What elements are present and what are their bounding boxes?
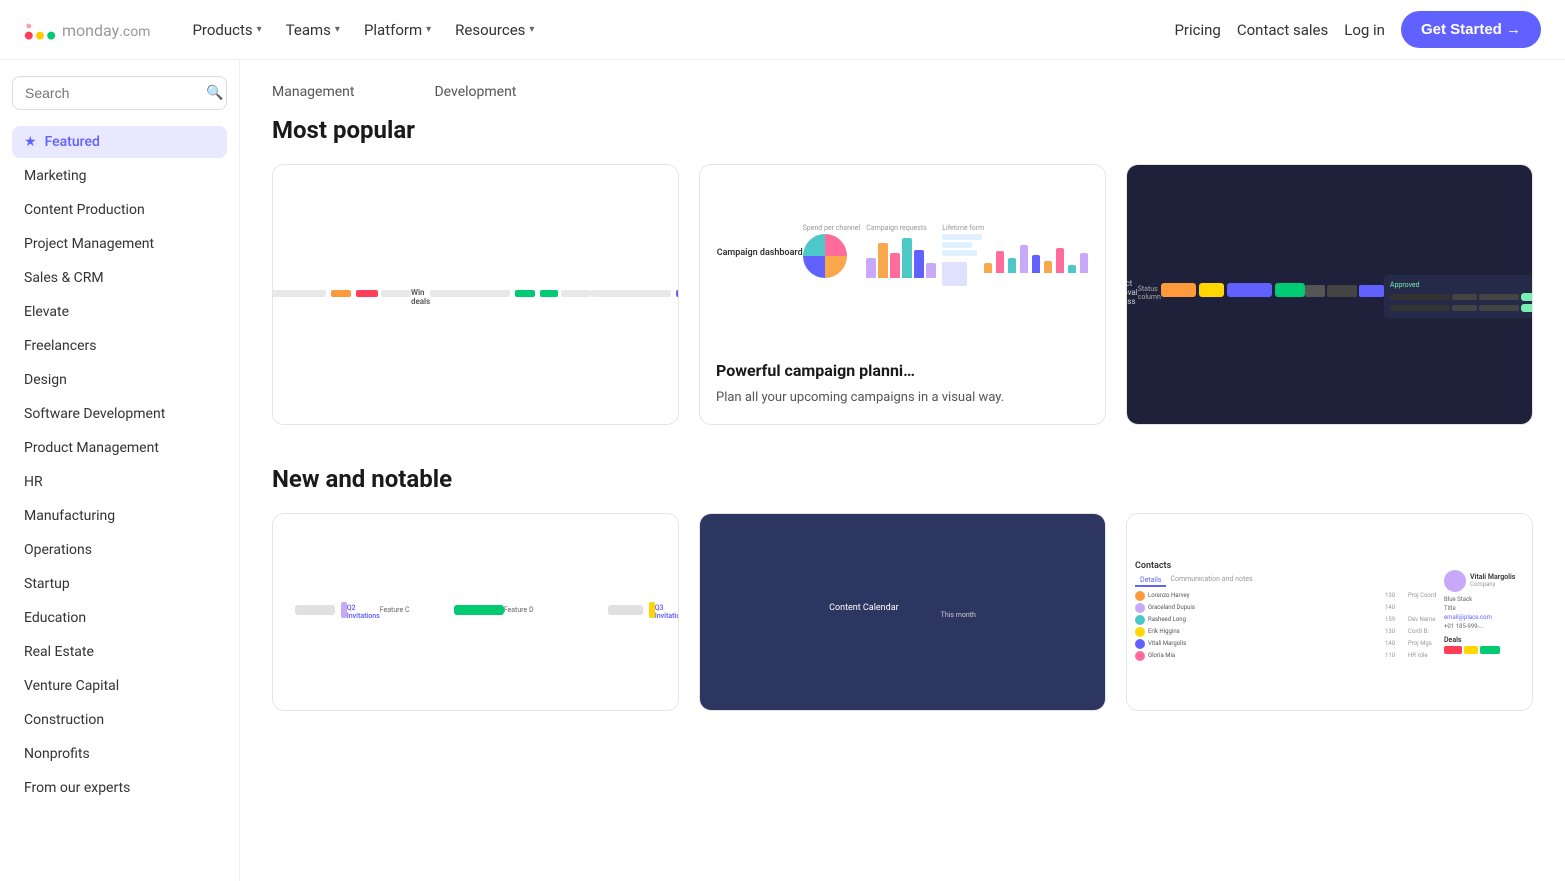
sidebar-item-label: From our experts (24, 780, 130, 796)
card-title: Powerful campaign planni… (716, 361, 1089, 380)
sidebar-item-startup[interactable]: Startup (12, 568, 227, 600)
sidebar-item-label: Construction (24, 712, 104, 728)
card-desc: Plan all your upcoming campaigns in a vi… (716, 388, 1089, 408)
search-box[interactable]: 🔍 (12, 76, 227, 110)
sidebar-item-label: Software Development (24, 406, 165, 422)
card-powerful-campaign[interactable]: Campaign dashboard Spend per channel Cam… (699, 164, 1106, 425)
partial-top-bar: Management Development (272, 84, 1533, 100)
nav-platform[interactable]: Platform ▾ (354, 15, 441, 45)
get-started-button[interactable]: Get Started → (1401, 11, 1541, 48)
sidebar-item-content-production[interactable]: Content Production (12, 194, 227, 226)
card-project-portfolio[interactable]: Project approval process Status column (1126, 164, 1533, 425)
sidebar-item-label: Startup (24, 576, 70, 592)
sidebar-item-label: Real Estate (24, 644, 94, 660)
logo-suffix: .com (119, 24, 150, 40)
sidebar-item-education[interactable]: Education (12, 602, 227, 634)
sidebar-item-label: Product Management (24, 440, 159, 456)
nav-right: Pricing Contact sales Log in Get Started… (1174, 11, 1541, 48)
card-body-contacts: Contacts Keep track of all contact infor… (1127, 710, 1532, 711)
search-icon: 🔍 (206, 85, 223, 101)
sidebar-item-nonprofits[interactable]: Nonprofits (12, 738, 227, 770)
card-body-product-development: Product Development Plan your roadmap, t… (273, 710, 678, 711)
sidebar-item-venture-capital[interactable]: Venture Capital (12, 670, 227, 702)
sidebar-item-operations[interactable]: Operations (12, 534, 227, 566)
chevron-down-icon: ▾ (426, 24, 431, 35)
login-link[interactable]: Log in (1344, 21, 1385, 39)
nav-products[interactable]: Products ▾ (182, 15, 271, 45)
nav-resources[interactable]: Resources ▾ (445, 15, 544, 45)
nav-teams[interactable]: Teams ▾ (276, 15, 350, 45)
card-contacts[interactable]: Contacts Details Communication and notes… (1126, 513, 1533, 712)
card-preview-contacts: Contacts Details Communication and notes… (1127, 514, 1532, 711)
navbar: monday.com Products ▾ Teams ▾ Platform ▾… (0, 0, 1565, 60)
sidebar-item-elevate[interactable]: Elevate (12, 296, 227, 328)
card-product-development[interactable]: Roadmap 2022 Q1 Invitations Feature A Fe… (272, 513, 679, 712)
chevron-down-icon: ▾ (335, 24, 340, 35)
pricing-link[interactable]: Pricing (1174, 21, 1220, 39)
sidebar-item-label: Elevate (24, 304, 69, 320)
sidebar-item-software-development[interactable]: Software Development (12, 398, 227, 430)
sidebar-item-freelancers[interactable]: Freelancers (12, 330, 227, 362)
page-layout: 🔍 ★ Featured Marketing Content Production Pr… (0, 60, 1565, 881)
card-preview-project: Project approval process Status column (1127, 165, 1532, 424)
card-basic-crm[interactable]: Sales pipeline New deals (272, 164, 679, 425)
card-preview-calendar: Content Calendar (700, 514, 1105, 711)
partial-right-label: Development (434, 84, 516, 100)
sidebar-item-label: Content Production (24, 202, 145, 218)
sidebar-item-marketing[interactable]: Marketing (12, 160, 227, 192)
sidebar-item-label: Manufacturing (24, 508, 115, 524)
sidebar-item-label: Education (24, 610, 86, 626)
sidebar-item-sales-crm[interactable]: Sales & CRM (12, 262, 227, 294)
sidebar-item-label: Project Management (24, 236, 154, 252)
star-icon: ★ (24, 134, 37, 150)
sidebar-items-list: ★ Featured Marketing Content Production Proj… (12, 126, 227, 804)
sidebar-item-label: Nonprofits (24, 746, 90, 762)
most-popular-grid: Sales pipeline New deals (272, 164, 1533, 425)
sidebar: 🔍 ★ Featured Marketing Content Production Pr… (0, 60, 240, 881)
most-popular-title: Most popular (272, 116, 1533, 144)
sidebar-item-label: Operations (24, 542, 92, 558)
sidebar-item-design[interactable]: Design (12, 364, 227, 396)
sidebar-item-label: Sales & CRM (24, 270, 104, 286)
main-content: Management Development Most popular Sale… (240, 60, 1565, 881)
sidebar-item-real-estate[interactable]: Real Estate (12, 636, 227, 668)
sidebar-item-from-our-experts[interactable]: From our experts (12, 772, 227, 804)
partial-left-label: Management (272, 84, 354, 100)
card-body-campaign: Powerful campaign planni… Plan all your … (700, 345, 1105, 424)
logo[interactable]: monday.com (24, 17, 150, 42)
logo-icon (24, 18, 56, 42)
sidebar-item-manufacturing[interactable]: Manufacturing (12, 500, 227, 532)
logo-main: monday (62, 21, 119, 40)
chevron-down-icon: ▾ (529, 24, 534, 35)
card-content-calendar[interactable]: Content Calendar (699, 513, 1106, 712)
new-notable-grid: Roadmap 2022 Q1 Invitations Feature A Fe… (272, 513, 1533, 712)
sidebar-item-label: Freelancers (24, 338, 97, 354)
sidebar-item-label: Marketing (24, 168, 87, 184)
sidebar-item-label: Featured (45, 134, 100, 150)
sidebar-item-label: Design (24, 372, 67, 388)
sidebar-item-label: Venture Capital (24, 678, 119, 694)
logo-text: monday.com (62, 17, 150, 42)
contact-sales-link[interactable]: Contact sales (1237, 21, 1328, 39)
new-notable-title: New and notable (272, 465, 1533, 493)
sidebar-item-product-management[interactable]: Product Management (12, 432, 227, 464)
card-body-content-calendar: Content calendar Manage all your content… (700, 710, 1105, 711)
search-input[interactable] (25, 85, 206, 101)
chevron-down-icon: ▾ (257, 24, 262, 35)
card-preview-roadmap: Roadmap 2022 Q1 Invitations Feature A Fe… (273, 514, 678, 711)
sidebar-item-featured[interactable]: ★ Featured (12, 126, 227, 158)
nav-links: Products ▾ Teams ▾ Platform ▾ Resources … (182, 15, 1174, 45)
sidebar-item-label: HR (24, 474, 43, 490)
sidebar-item-construction[interactable]: Construction (12, 704, 227, 736)
card-body-basic-crm: Basic CRM Manage contacts and deals in o… (273, 424, 678, 425)
sidebar-item-project-management[interactable]: Project Management (12, 228, 227, 260)
card-body-project-portfolio: Project Portfolio Managem… Manage simple… (1127, 424, 1532, 425)
sidebar-item-hr[interactable]: HR (12, 466, 227, 498)
card-preview-campaign: Campaign dashboard Spend per channel Cam… (700, 165, 1105, 345)
card-preview-sales-pipeline: Sales pipeline New deals (273, 165, 678, 424)
